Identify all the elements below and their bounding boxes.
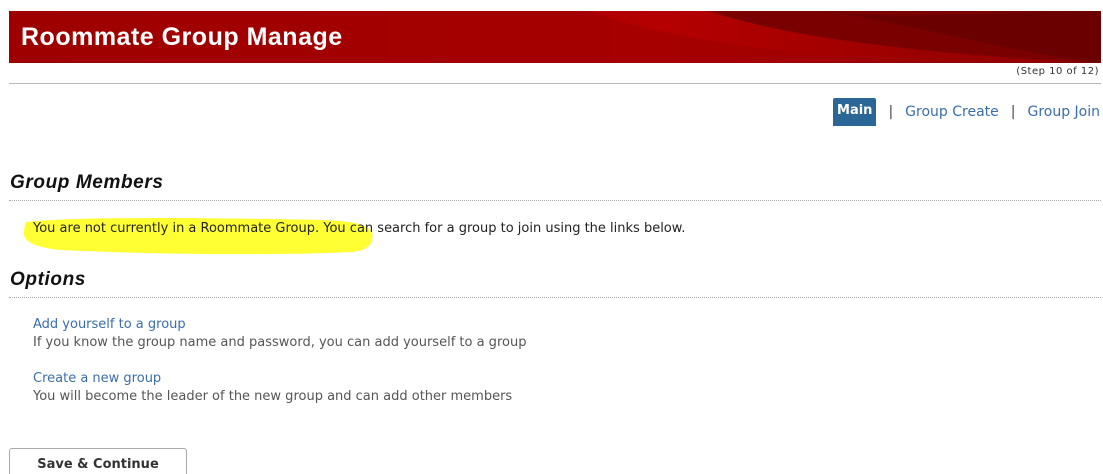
nav-link-group-join[interactable]: Group Join <box>1027 104 1100 120</box>
nav-separator: | <box>1010 104 1016 120</box>
options-divider <box>9 297 1101 298</box>
nav-link-group-create[interactable]: Group Create <box>905 104 999 120</box>
create-group-description: You will become the leader of the new gr… <box>33 389 513 404</box>
group-members-heading: Group Members <box>10 172 164 193</box>
add-yourself-link[interactable]: Add yourself to a group <box>33 316 526 334</box>
add-yourself-description: If you know the group name and password,… <box>33 335 527 350</box>
save-continue-button[interactable]: Save & Continue <box>9 448 187 474</box>
group-status-message: You are not currently in a Roommate Grou… <box>33 221 685 236</box>
options-heading: Options <box>10 269 86 290</box>
nav-separator: | <box>888 104 894 120</box>
option-create-group: Create a new group You will become the l… <box>33 370 512 406</box>
step-indicator: (Step 10 of 12) <box>1016 66 1099 77</box>
header-banner: Roommate Group Manage <box>9 11 1101 63</box>
header-divider <box>9 83 1101 84</box>
option-add-yourself: Add yourself to a group If you know the … <box>33 316 526 352</box>
group-status-highlighted: You are not currently in a Roommate Grou… <box>33 221 315 236</box>
group-members-divider <box>9 200 1101 201</box>
page-title: Roommate Group Manage <box>21 23 343 51</box>
group-status-rest: . You can search for a group to join usi… <box>315 221 686 236</box>
top-nav: Main | Group Create | Group Join <box>833 98 1100 126</box>
create-group-link[interactable]: Create a new group <box>33 370 512 388</box>
page: Roommate Group Manage (Step 10 of 12) Ma… <box>0 0 1103 474</box>
nav-tab-main[interactable]: Main <box>833 98 877 126</box>
